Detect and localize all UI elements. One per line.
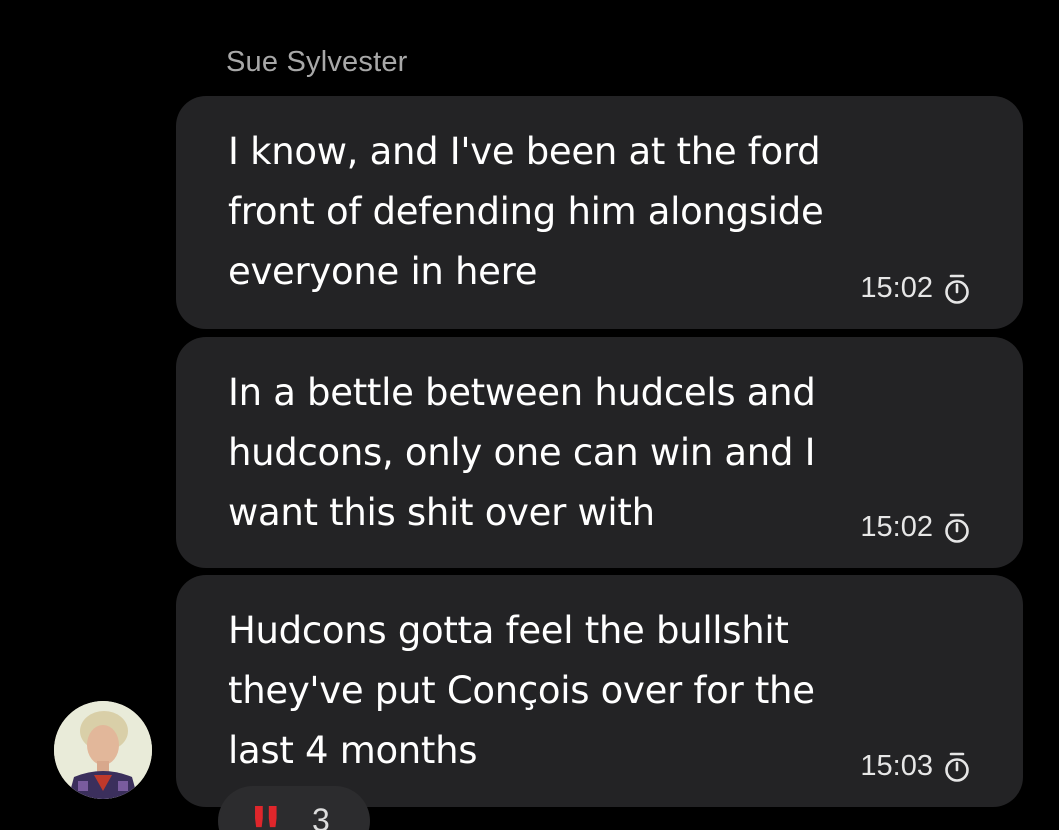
message-meta: 15:02 <box>860 272 971 305</box>
message-bubble[interactable]: I know, and I've been at the ford front … <box>176 96 1023 329</box>
sender-name: Sue Sylvester <box>226 46 408 78</box>
message-bubble[interactable]: Hudcons gotta feel the bullshit they've … <box>176 575 1023 807</box>
timer-icon <box>945 274 969 304</box>
avatar[interactable] <box>54 701 152 799</box>
message-meta: 15:03 <box>860 750 971 783</box>
message-bubble[interactable]: In a bettle between hudcels and hudcons,… <box>176 337 1023 568</box>
message-time: 15:03 <box>860 750 933 782</box>
message-text: In a bettle between hudcels and hudcons,… <box>228 371 816 534</box>
reaction-count: 3 <box>312 802 330 830</box>
double-exclamation-icon: ‼ <box>252 798 280 830</box>
message-time: 15:02 <box>860 511 933 543</box>
message-meta: 15:02 <box>860 511 971 544</box>
avatar-image <box>54 701 152 799</box>
reaction-pill[interactable]: ‼ 3 <box>218 786 370 830</box>
timer-icon <box>945 513 969 543</box>
message-text: Hudcons gotta feel the bullshit they've … <box>228 609 815 772</box>
timer-icon <box>945 752 969 782</box>
message-text: I know, and I've been at the ford front … <box>228 130 824 293</box>
message-time: 15:02 <box>860 272 933 304</box>
